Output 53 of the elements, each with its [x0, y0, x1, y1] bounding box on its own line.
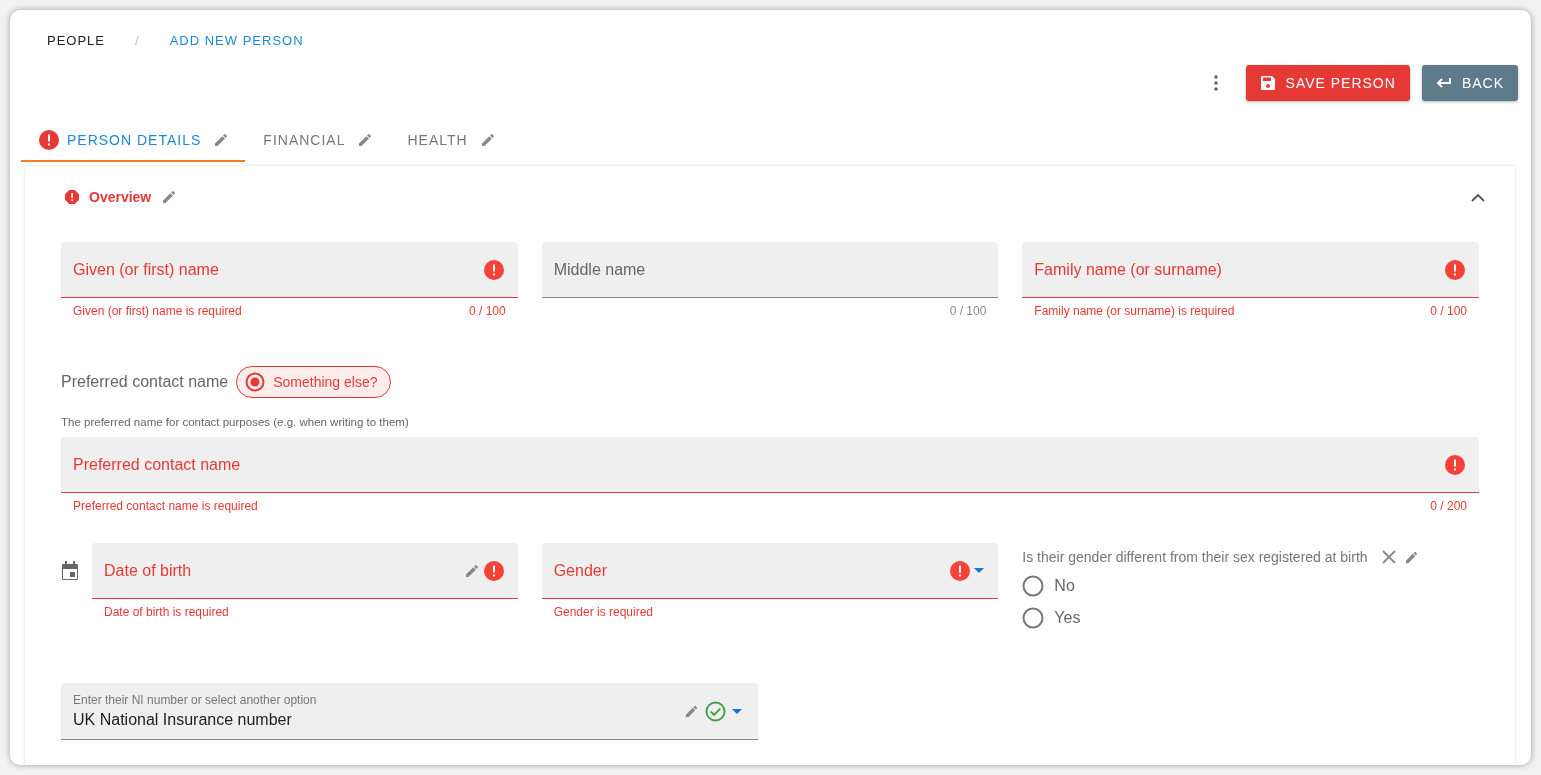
calendar-icon[interactable] [61, 561, 79, 581]
error-icon [950, 560, 971, 581]
something-else-chip[interactable]: Something else? [236, 366, 391, 398]
return-arrow-icon [1435, 77, 1452, 89]
pencil-icon [1403, 549, 1419, 565]
section-title: Overview [89, 189, 152, 205]
error-message: Given (or first) name is required [73, 304, 242, 318]
pencil-icon [161, 189, 178, 205]
error-message: Family name (or surname) is required [1034, 304, 1235, 318]
radio-button[interactable] [1022, 607, 1045, 629]
tab[interactable]: HEALTH [389, 119, 512, 162]
breadcrumb-link[interactable]: PEOPLE [47, 32, 106, 48]
close-icon[interactable] [1381, 550, 1396, 564]
breadcrumb-separator: / [135, 32, 140, 48]
error-message: Gender is required [553, 605, 654, 619]
error-icon [483, 560, 504, 581]
error-icon [1445, 454, 1465, 475]
back-button[interactable]: BACK [1421, 65, 1518, 101]
dropdown-arrow-icon [974, 568, 985, 573]
tab[interactable]: FINANCIAL [245, 119, 390, 162]
text-field[interactable]: Preferred contact name [61, 437, 1479, 493]
text-field[interactable]: Middle name [541, 242, 999, 298]
character-counter: 0 / 100 [949, 304, 987, 318]
breadcrumb-link[interactable]: ADD NEW PERSON [169, 32, 304, 48]
error-message: Date of birth is required [104, 605, 229, 619]
field-description: The preferred name for contact purposes (e.g. when writing to them) [61, 416, 410, 428]
text-field[interactable]: Given (or first) name [61, 242, 518, 298]
more-options-icon[interactable] [1213, 75, 1218, 91]
ni-number-field[interactable]: Enter their NI number or select another option UK National Insurance number [61, 683, 758, 740]
pencil-icon [479, 131, 496, 148]
dropdown-arrow-icon [732, 708, 742, 714]
character-counter: 0 / 100 [1430, 304, 1467, 318]
date-field[interactable]: Date of birth [92, 543, 518, 599]
text-field[interactable]: Family name (or surname) [1022, 242, 1479, 298]
character-counter: 0 / 200 [1430, 499, 1467, 513]
save-button[interactable]: SAVE PERSON [1245, 65, 1410, 101]
pencil-icon [684, 703, 699, 719]
error-icon [1445, 259, 1465, 280]
chevron-icon[interactable] [1471, 192, 1485, 202]
character-counter: 0 / 100 [468, 304, 506, 318]
preferred-contact-label: Preferred contact name [61, 373, 229, 391]
pencil-icon [213, 131, 230, 148]
pencil-icon [357, 131, 374, 148]
error-message: Preferred contact name is required [73, 499, 258, 513]
radio-icon [245, 372, 266, 392]
radio-label: Yes [1054, 609, 1081, 627]
pencil-icon [463, 562, 480, 579]
radio-button[interactable] [1022, 575, 1045, 597]
radio-label: No [1054, 577, 1075, 595]
tab[interactable]: PERSON DETAILS [21, 119, 246, 162]
error-icon [483, 259, 504, 280]
question-label: Is their gender different from their sex registered at birth [1022, 549, 1368, 565]
gender-dropdown[interactable]: Gender [541, 543, 999, 599]
